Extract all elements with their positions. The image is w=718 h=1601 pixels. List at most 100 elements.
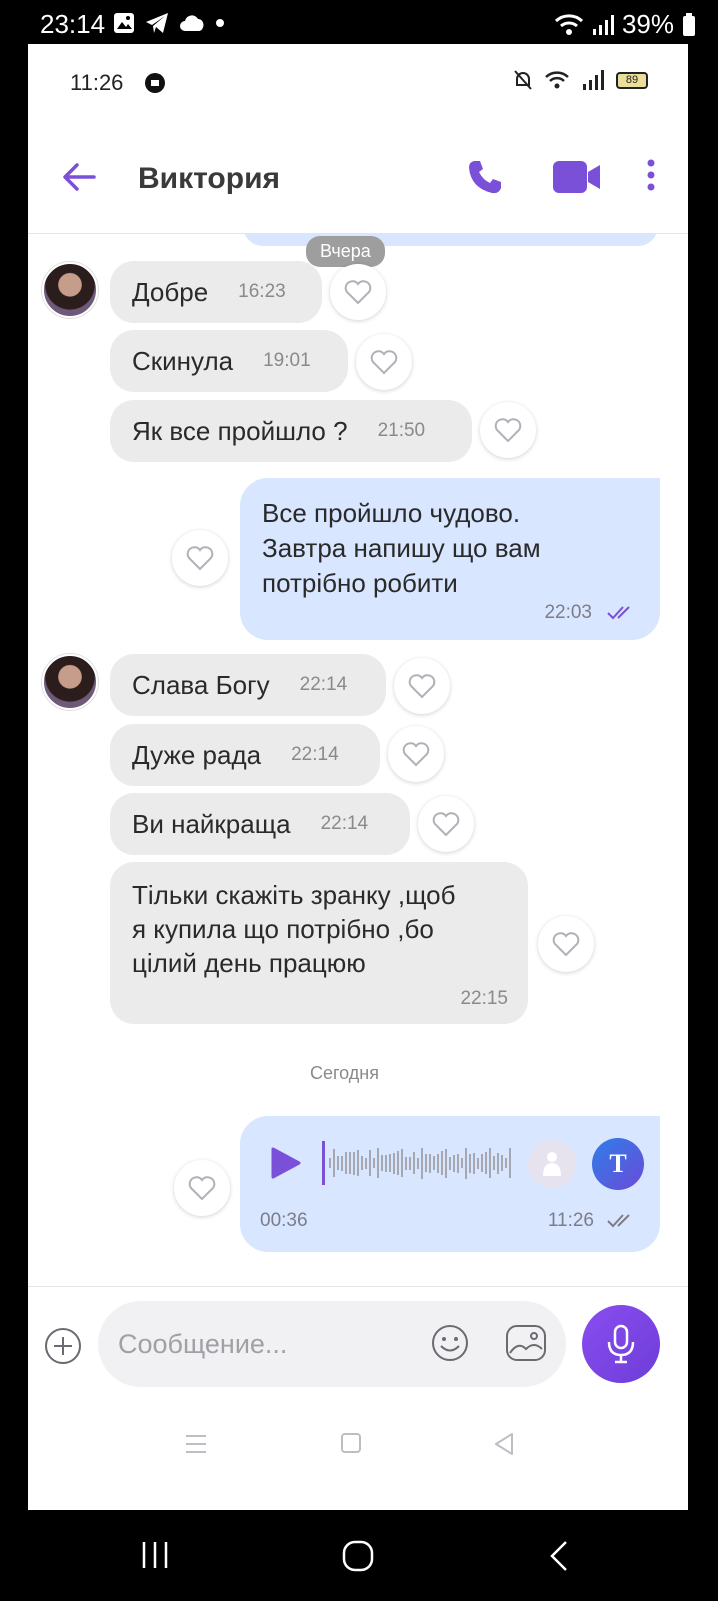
like-button[interactable] bbox=[174, 1160, 230, 1216]
message-list[interactable]: Вчера Добре 16:23 Скинула 19:01 Як все п… bbox=[28, 234, 688, 1354]
incoming-message[interactable]: Дуже рада 22:14 bbox=[110, 724, 380, 786]
back-triangle-icon bbox=[495, 1433, 513, 1455]
attach-button[interactable] bbox=[44, 1327, 82, 1370]
like-button[interactable] bbox=[538, 916, 594, 972]
message-time: 22:03 bbox=[544, 602, 592, 623]
like-button[interactable] bbox=[418, 796, 474, 852]
outgoing-message[interactable]: Все пройшло чудово. Завтра напишу що вам… bbox=[240, 478, 660, 640]
waveform-bar bbox=[401, 1149, 403, 1177]
incoming-message[interactable]: Тільки скажіть зранку ,щоб я купила що п… bbox=[110, 862, 528, 1024]
waveform-bar bbox=[369, 1150, 371, 1176]
waveform-bar bbox=[389, 1154, 391, 1172]
waveform-bar bbox=[497, 1152, 499, 1174]
person-icon bbox=[543, 1152, 561, 1176]
cloud-icon bbox=[180, 15, 204, 31]
incoming-message[interactable]: Добре 16:23 bbox=[110, 261, 322, 323]
inner-system-icons: 89 bbox=[514, 70, 648, 90]
waveform-bar bbox=[361, 1156, 363, 1170]
like-button[interactable] bbox=[394, 658, 450, 714]
outer-clock: 23:14 bbox=[40, 9, 106, 39]
incoming-message[interactable]: Як все пройшло ? 21:50 bbox=[110, 400, 472, 462]
heart-icon bbox=[370, 350, 398, 375]
waveform-bar bbox=[437, 1153, 439, 1173]
telegram-icon bbox=[146, 13, 168, 33]
record-voice-button[interactable] bbox=[582, 1305, 660, 1383]
incoming-message[interactable]: Ви найкраща 22:14 bbox=[110, 793, 410, 855]
plus-circle-icon bbox=[45, 1328, 81, 1364]
message-time: 22:14 bbox=[320, 813, 369, 834]
video-call-button[interactable] bbox=[552, 160, 602, 199]
home-button[interactable] bbox=[342, 1540, 374, 1577]
waveform-bar bbox=[337, 1156, 339, 1170]
video-camera-icon bbox=[553, 161, 600, 193]
waveform-bar bbox=[429, 1153, 431, 1173]
waveform-bar bbox=[505, 1158, 507, 1168]
listen-privately-button[interactable] bbox=[528, 1140, 576, 1188]
waveform-bar bbox=[461, 1158, 463, 1168]
incoming-message[interactable]: Скинула 19:01 bbox=[110, 330, 348, 392]
signal-icon bbox=[592, 14, 614, 35]
gallery-button[interactable] bbox=[504, 1323, 548, 1368]
message-input-wrapper bbox=[98, 1301, 566, 1387]
recent-apps-button[interactable] bbox=[184, 1432, 208, 1461]
waveform-bar bbox=[413, 1152, 415, 1174]
back-nav-button[interactable] bbox=[492, 1432, 516, 1461]
message-text: Тільки скажіть зранку ,щоб я купила що п… bbox=[132, 880, 456, 978]
waveform-bar bbox=[393, 1152, 395, 1174]
message-text: Слава Богу bbox=[132, 669, 270, 700]
heart-icon bbox=[188, 1176, 216, 1201]
audio-waveform[interactable] bbox=[322, 1140, 512, 1186]
waveform-bar bbox=[365, 1157, 367, 1169]
mute-icon bbox=[514, 70, 532, 90]
message-input[interactable] bbox=[118, 1323, 418, 1365]
waveform-bar bbox=[381, 1155, 383, 1171]
play-button[interactable] bbox=[270, 1146, 302, 1185]
voice-message[interactable]: T 00:36 11:26 bbox=[240, 1116, 660, 1252]
waveform-bar bbox=[377, 1148, 379, 1178]
outer-battery-percent: 39% bbox=[621, 9, 674, 39]
avatar[interactable] bbox=[42, 654, 98, 710]
incoming-message[interactable]: Слава Богу 22:14 bbox=[110, 654, 386, 716]
waveform-bar bbox=[501, 1155, 503, 1171]
voice-duration: 00:36 bbox=[260, 1210, 308, 1231]
recent-apps-button[interactable] bbox=[140, 1540, 170, 1575]
emoji-button[interactable] bbox=[430, 1323, 470, 1368]
waveform-bar bbox=[509, 1148, 511, 1178]
home-square-icon bbox=[341, 1433, 361, 1453]
call-button[interactable] bbox=[466, 158, 504, 201]
like-button[interactable] bbox=[330, 264, 386, 320]
heart-icon bbox=[552, 932, 580, 957]
message-text: Як все пройшло ? bbox=[132, 415, 348, 446]
contact-name[interactable]: Виктория bbox=[138, 162, 280, 196]
waveform-bar bbox=[425, 1154, 427, 1172]
like-button[interactable] bbox=[388, 726, 444, 782]
outer-navigation-bar bbox=[0, 1510, 718, 1601]
double-check-icon bbox=[607, 1214, 630, 1228]
chevron-left-icon bbox=[550, 1541, 567, 1571]
previous-message-bubble[interactable] bbox=[243, 234, 658, 246]
playback-cursor[interactable] bbox=[322, 1141, 325, 1185]
like-button[interactable] bbox=[172, 530, 228, 586]
double-check-icon bbox=[607, 606, 630, 620]
waveform-bar bbox=[421, 1147, 423, 1179]
heart-icon bbox=[494, 418, 522, 443]
waveform-bar bbox=[333, 1149, 335, 1177]
recent-apps-icon bbox=[142, 1542, 168, 1568]
more-options-button[interactable] bbox=[646, 158, 656, 197]
waveform-bar bbox=[345, 1152, 347, 1174]
heart-icon bbox=[344, 280, 372, 305]
back-button[interactable] bbox=[62, 162, 96, 197]
like-button[interactable] bbox=[356, 334, 412, 390]
like-button[interactable] bbox=[480, 402, 536, 458]
avatar[interactable] bbox=[42, 262, 98, 318]
transcribe-button[interactable]: T bbox=[592, 1138, 644, 1190]
waveform-bar bbox=[489, 1148, 491, 1178]
waveform-bar bbox=[385, 1154, 387, 1172]
home-button[interactable] bbox=[340, 1432, 362, 1459]
message-time: 22:14 bbox=[291, 744, 339, 765]
message-text: Добре bbox=[132, 276, 209, 307]
outer-status-bar: 23:14 39% bbox=[0, 0, 718, 46]
waveform-bar bbox=[373, 1158, 375, 1168]
waveform-bar bbox=[453, 1154, 455, 1172]
back-nav-button[interactable] bbox=[548, 1540, 570, 1577]
